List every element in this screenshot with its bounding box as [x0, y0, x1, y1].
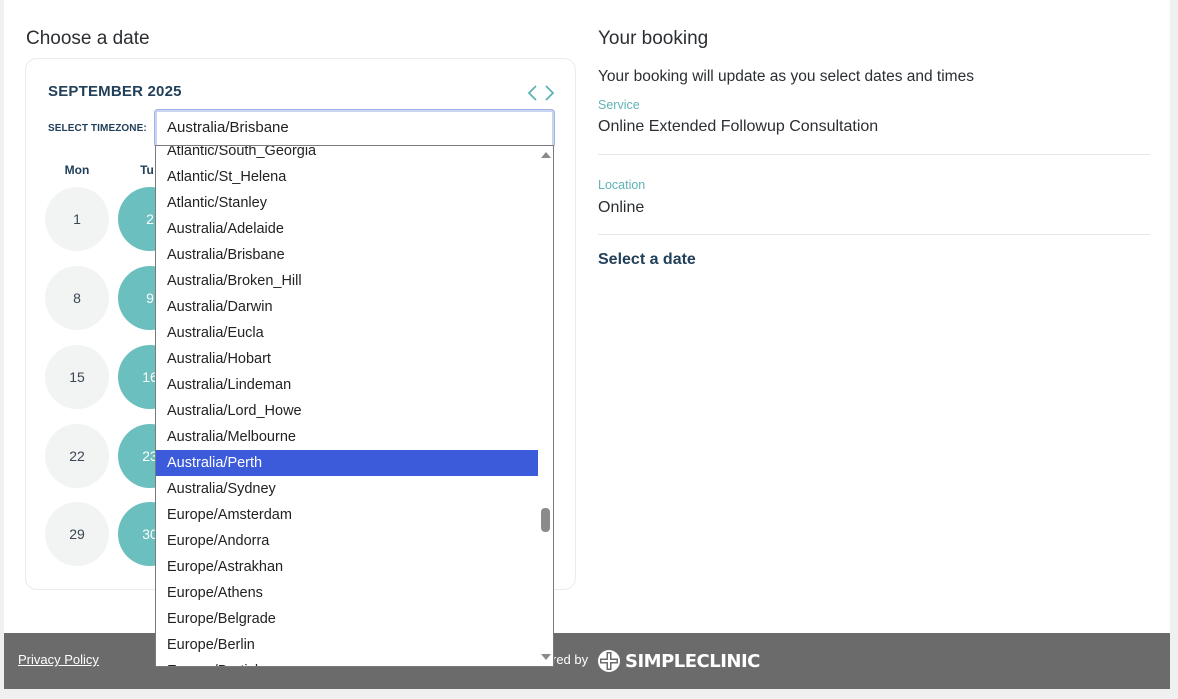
- timezone-label: SELECT TIMEZONE:: [48, 123, 147, 134]
- next-month-button[interactable]: [542, 83, 556, 103]
- timezone-option[interactable]: Australia/Hobart: [156, 346, 539, 372]
- logo-text: SIMPLECLINIC: [625, 650, 760, 672]
- timezone-option[interactable]: Atlantic/St_Helena: [156, 164, 539, 190]
- timezone-option[interactable]: Australia/Broken_Hill: [156, 268, 539, 294]
- timezone-option[interactable]: Australia/Melbourne: [156, 424, 539, 450]
- booking-heading: Your booking: [598, 28, 709, 49]
- timezone-option[interactable]: Australia/Perth: [156, 450, 539, 476]
- timezone-option[interactable]: Australia/Eucla: [156, 320, 539, 346]
- scroll-up-arrow-icon[interactable]: [541, 152, 551, 158]
- timezone-select[interactable]: Australia/Brisbane: [155, 110, 554, 147]
- location-value: Online: [598, 199, 645, 216]
- booking-subtitle: Your booking will update as you select d…: [598, 68, 974, 85]
- prev-month-button[interactable]: [526, 83, 540, 103]
- timezone-dropdown-list[interactable]: Atlantic/South_Georgia Atlantic/St_Helena…: [155, 145, 554, 667]
- timezone-option[interactable]: Europe/Andorra: [156, 528, 539, 554]
- timezone-option[interactable]: Australia/Sydney: [156, 476, 539, 502]
- timezone-option[interactable]: Australia/Brisbane: [156, 242, 539, 268]
- timezone-options: Atlantic/South_Georgia Atlantic/St_Helena…: [156, 146, 539, 666]
- timezone-option[interactable]: Europe/Berlin: [156, 632, 539, 658]
- timezone-option[interactable]: Europe/Astrakhan: [156, 554, 539, 580]
- timezone-option[interactable]: Europe/Athens: [156, 580, 539, 606]
- calendar-day: 29: [45, 502, 109, 566]
- timezone-option[interactable]: Australia/Lindeman: [156, 372, 539, 398]
- location-label: Location: [598, 178, 646, 192]
- simpleclinic-logo: SIMPLECLINIC: [597, 646, 760, 676]
- timezone-option[interactable]: Australia/Darwin: [156, 294, 539, 320]
- privacy-policy-link[interactable]: Privacy Policy: [18, 652, 99, 667]
- calendar-day: 22: [45, 424, 109, 488]
- powered-by-text: red by: [552, 652, 589, 667]
- scroll-down-arrow-icon[interactable]: [541, 654, 551, 660]
- divider: [598, 154, 1150, 155]
- scrollbar-thumb[interactable]: [541, 508, 550, 532]
- simpleclinic-logo-icon: [598, 650, 620, 672]
- calendar-day: 1: [45, 187, 109, 251]
- select-date-prompt: Select a date: [598, 251, 696, 268]
- calendar-day: 15: [45, 345, 109, 409]
- chevron-right-icon: [545, 85, 555, 101]
- service-label: Service: [598, 98, 640, 112]
- chevron-left-icon: [527, 85, 537, 101]
- service-value: Online Extended Followup Consultation: [598, 118, 879, 135]
- calendar-month: SEPTEMBER 2025: [48, 83, 182, 100]
- day-header-mon: Mon: [64, 163, 90, 177]
- timezone-option[interactable]: Atlantic/Stanley: [156, 190, 539, 216]
- timezone-option[interactable]: Europe/Belgrade: [156, 606, 539, 632]
- timezone-option[interactable]: Australia/Lord_Howe: [156, 398, 539, 424]
- dropdown-scrollbar[interactable]: [538, 146, 553, 666]
- choose-date-heading: Choose a date: [26, 28, 150, 49]
- timezone-option[interactable]: Europe/Amsterdam: [156, 502, 539, 528]
- calendar-day: 8: [45, 266, 109, 330]
- timezone-option[interactable]: Atlantic/South_Georgia: [156, 146, 539, 164]
- timezone-option[interactable]: Australia/Adelaide: [156, 216, 539, 242]
- divider: [598, 234, 1150, 235]
- timezone-option[interactable]: Europe/Bratislava: [156, 658, 539, 666]
